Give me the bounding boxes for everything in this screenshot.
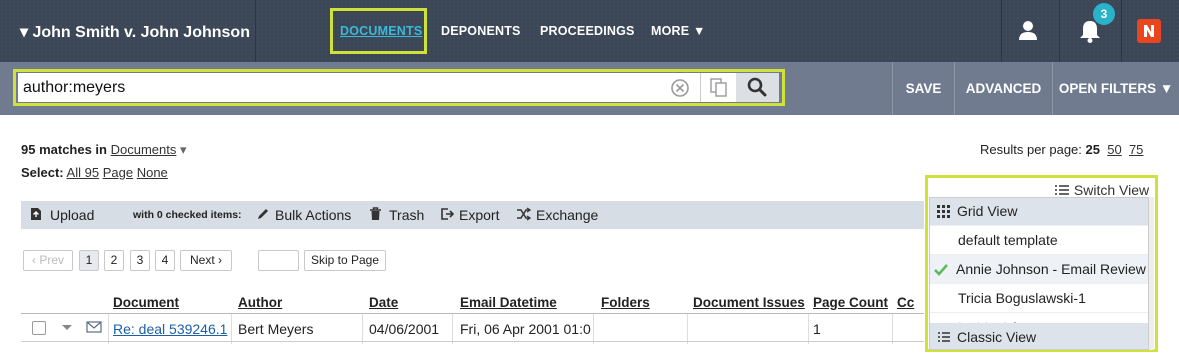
copy-icon[interactable] [700, 73, 736, 102]
app-logo-icon[interactable] [1137, 19, 1161, 43]
list-icon [1055, 185, 1069, 195]
switch-view-label: Switch View [1073, 182, 1150, 198]
template-option[interactable]: default template [930, 225, 1148, 254]
page-3-button[interactable]: 3 [130, 250, 150, 271]
trash-button[interactable]: Trash [389, 207, 424, 223]
nav-divider [255, 0, 256, 62]
select-label: Select: [21, 165, 64, 180]
user-icon[interactable] [1013, 16, 1043, 46]
col-separator [808, 314, 809, 344]
grid-view-label: Grid View [957, 203, 1018, 219]
cell-date: 04/06/2001 [369, 321, 440, 337]
col-separator [231, 314, 232, 344]
grid-view-option[interactable]: Grid View [930, 198, 1148, 225]
switch-view-menu: Grid View default template Annie Johnson… [929, 197, 1149, 350]
col-folders[interactable]: Folders [601, 295, 650, 310]
col-date[interactable]: Date [369, 295, 398, 310]
col-page-count[interactable]: Page Count [813, 295, 888, 310]
export-icon[interactable] [440, 207, 455, 223]
notification-badge: 3 [1093, 3, 1115, 25]
header-divider [21, 313, 924, 314]
col-cc[interactable]: Cc [897, 295, 914, 310]
cell-page-count: 1 [813, 321, 821, 337]
upload-icon[interactable] [30, 207, 42, 223]
col-document-issues[interactable]: Document Issues [693, 295, 805, 310]
select-controls: Select: All 95 Page None [21, 165, 168, 180]
row-checkbox[interactable] [32, 321, 46, 335]
nav-divider [1121, 0, 1122, 62]
export-button[interactable]: Export [459, 207, 499, 223]
template-option-selected[interactable]: Annie Johnson - Email Review [930, 254, 1148, 283]
case-title[interactable]: ▾ John Smith v. John Johnson [20, 22, 250, 42]
upload-button[interactable]: Upload [50, 207, 94, 223]
advanced-button[interactable]: ADVANCED [955, 62, 1052, 115]
template-option[interactable]: Tricia Boguslawski-1 [930, 283, 1148, 312]
bulk-actions-button[interactable]: Bulk Actions [275, 207, 351, 223]
col-separator [687, 314, 688, 344]
skip-to-page-button[interactable]: Skip to Page [304, 250, 386, 271]
open-filters-button[interactable]: OPEN FILTERS ▼ [1053, 62, 1179, 115]
col-email-datetime[interactable]: Email Datetime [460, 295, 557, 310]
email-icon [86, 320, 102, 336]
page-4-button[interactable]: 4 [155, 250, 175, 271]
search-input[interactable] [18, 73, 736, 102]
exchange-button[interactable]: Exchange [536, 207, 598, 223]
select-none-link[interactable]: None [137, 165, 168, 180]
checked-items-label: with 0 checked items: [133, 209, 242, 221]
document-link[interactable]: Re: deal 539246.1 [113, 321, 228, 337]
template-option-label: Annie Johnson - Email Review [956, 261, 1146, 277]
page-2-button[interactable]: 2 [104, 250, 124, 271]
nav-more[interactable]: MORE ▼ [651, 24, 706, 38]
page-number-input[interactable] [258, 250, 299, 271]
col-separator [593, 314, 594, 344]
prev-page-button[interactable]: ‹ Prev [23, 250, 73, 271]
search-icon[interactable] [736, 73, 779, 102]
nav-proceedings[interactable]: PROCEEDINGS [540, 24, 635, 38]
nav-deponents[interactable]: DEPONENTS [441, 24, 521, 38]
per-page-75-link[interactable]: 75 [1129, 142, 1143, 157]
col-separator [452, 314, 453, 344]
pencil-icon[interactable] [256, 207, 270, 223]
per-page-label: Results per page: [980, 142, 1082, 157]
save-button[interactable]: SAVE [893, 62, 954, 115]
shuffle-icon[interactable] [516, 207, 532, 223]
per-page-current: 25 [1085, 142, 1100, 157]
nav-documents[interactable]: DOCUMENTS [340, 24, 422, 38]
cell-author: Bert Meyers [238, 321, 314, 337]
select-page-link[interactable]: Page [103, 165, 133, 180]
results-per-page: Results per page: 25 50 75 [980, 142, 1143, 157]
grid-icon [937, 205, 950, 218]
col-separator [362, 314, 363, 344]
col-document[interactable]: Document [113, 295, 179, 310]
nav-divider [1059, 0, 1060, 62]
list-icon [938, 332, 950, 342]
clear-icon[interactable] [670, 78, 690, 98]
nav-divider [1001, 0, 1002, 62]
switch-view-button[interactable]: Switch View [1054, 182, 1149, 198]
col-author[interactable]: Author [238, 295, 282, 310]
cell-email-datetime: Fri, 06 Apr 2001 01:0: [460, 321, 591, 337]
col-separator [892, 314, 893, 344]
next-page-button[interactable]: Next › [180, 250, 232, 271]
results-summary: 95 matches in Documents ▾ [21, 142, 187, 158]
row-divider [21, 341, 924, 342]
classic-view-option[interactable]: Classic View [930, 323, 1148, 349]
trash-icon[interactable] [369, 207, 382, 223]
match-count: 95 matches in [21, 142, 107, 157]
scope-dropdown[interactable]: Documents [111, 142, 177, 157]
per-page-50-link[interactable]: 50 [1107, 142, 1121, 157]
select-all-link[interactable]: All 95 [67, 165, 100, 180]
col-separator [108, 314, 109, 344]
page-1-button[interactable]: 1 [79, 250, 99, 271]
row-expand-icon[interactable] [60, 320, 74, 337]
checkmark-icon [934, 264, 948, 276]
caret-down-icon[interactable]: ▾ [180, 142, 187, 157]
menu-scrollbar[interactable] [1149, 197, 1154, 350]
classic-view-label: Classic View [957, 329, 1037, 345]
